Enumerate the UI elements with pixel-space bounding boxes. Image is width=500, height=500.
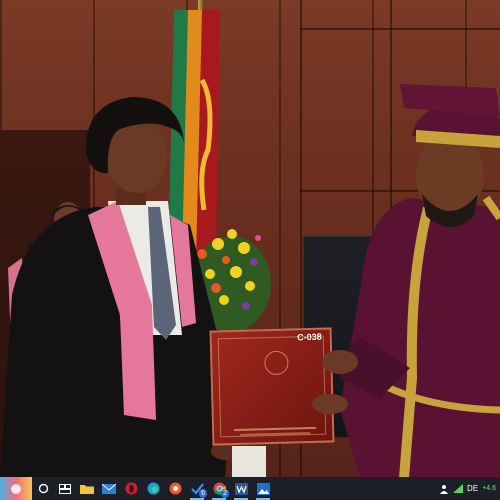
input-language-indicator[interactable]: DE (467, 484, 478, 493)
brave-button[interactable] (164, 477, 186, 500)
mail-icon (102, 483, 116, 494)
edge-icon (147, 482, 159, 495)
photos-icon (256, 482, 270, 495)
task-view-icon (59, 483, 71, 494)
folder-icon (80, 485, 94, 494)
search-icon (38, 483, 48, 494)
opera-button[interactable] (120, 477, 142, 500)
word-icon (234, 482, 248, 495)
tasks-button[interactable]: 6 (186, 477, 208, 500)
brave-icon (169, 482, 181, 495)
file-explorer-button[interactable] (76, 477, 98, 500)
opera-icon (125, 482, 137, 495)
photos-button[interactable] (252, 477, 274, 500)
start-icon (11, 483, 21, 494)
people-icon[interactable] (439, 484, 449, 494)
network-icon[interactable] (453, 484, 464, 493)
chrome-button[interactable]: 2 (208, 477, 230, 500)
search-button[interactable] (32, 477, 54, 500)
word-button[interactable] (230, 477, 252, 500)
notification-badge: 2 (221, 489, 229, 498)
system-tray: DE +4.6 (439, 484, 500, 494)
start-button[interactable] (0, 477, 32, 500)
task-view-button[interactable] (54, 477, 76, 500)
edge-button[interactable] (142, 477, 164, 500)
mail-button[interactable] (98, 477, 120, 500)
video-frame: C-038 (0, 0, 500, 477)
graduate (0, 97, 239, 477)
wall-panel-seam (300, 28, 500, 30)
white-pedestal (232, 446, 266, 477)
notification-badge: 6 (199, 489, 207, 498)
windows-taskbar: 6 2 DE +4.6 (0, 477, 500, 500)
network-speed-meter: +4.6 (482, 485, 496, 492)
chancellor (312, 84, 500, 477)
